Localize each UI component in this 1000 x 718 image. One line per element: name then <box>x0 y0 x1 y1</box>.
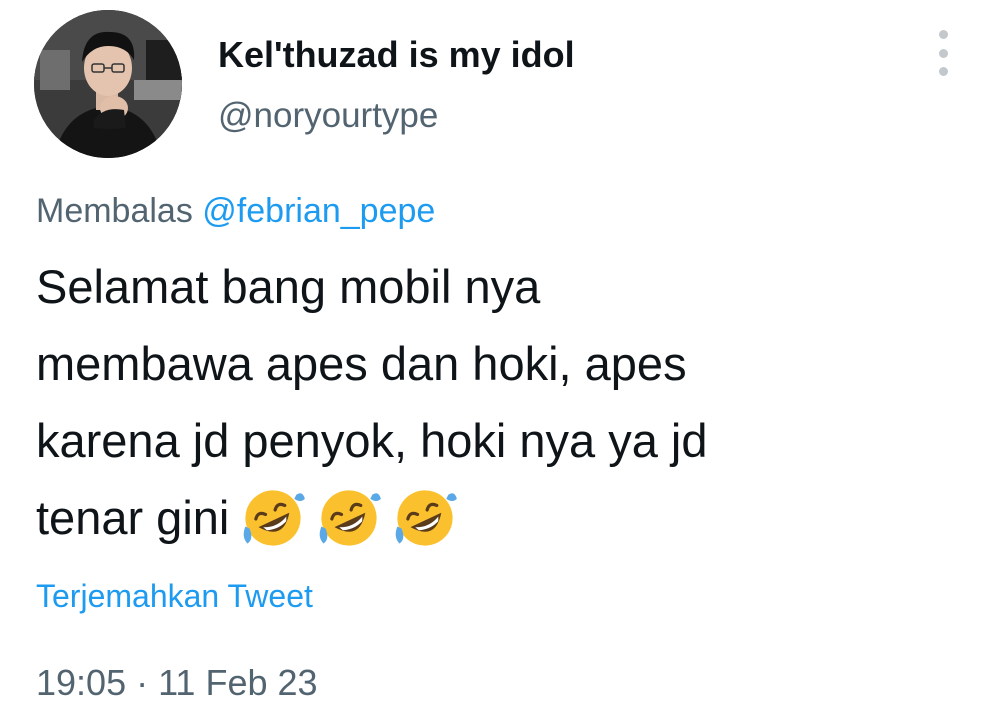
replying-to: Membalas @febrian_pepe <box>36 192 435 231</box>
translate-tweet-link[interactable]: Terjemahkan Tweet <box>36 578 313 615</box>
more-vertical-icon-dot <box>938 48 948 58</box>
tweet-timestamp[interactable]: 19:05 · 11 Feb 23 <box>36 662 318 704</box>
tweet-card: Kel'thuzad is my idol @noryourtype Memba… <box>0 0 1000 718</box>
tweet-text-line: karena jd penyok, hoki nya ya jd <box>36 414 708 467</box>
avatar[interactable] <box>34 10 182 158</box>
emoji-group <box>239 484 459 552</box>
rolling-on-floor-laughing-icon <box>320 489 382 546</box>
rolling-on-floor-laughing-icon <box>244 489 306 546</box>
replying-to-label: Membalas <box>36 192 193 230</box>
tweet-text-line: membawa apes dan hoki, apes <box>36 337 687 390</box>
more-vertical-icon <box>938 30 948 39</box>
reply-mention-link[interactable]: @febrian_pepe <box>202 192 435 230</box>
rolling-on-floor-laughing-icon <box>396 489 458 546</box>
tweet-text-line: Selamat bang mobil nya <box>36 260 541 313</box>
tweet-text: Selamat bang mobil nya membawa apes dan … <box>36 248 936 556</box>
profile-photo-icon <box>34 10 182 158</box>
more-options-button[interactable] <box>928 30 958 76</box>
tweet-text-line-last: tenar gini <box>36 479 936 556</box>
author-display-name[interactable]: Kel'thuzad is my idol <box>218 34 575 76</box>
more-vertical-icon-dot <box>938 67 948 76</box>
author-handle[interactable]: @noryourtype <box>218 96 438 136</box>
tweet-text-line: tenar gini <box>36 491 230 544</box>
